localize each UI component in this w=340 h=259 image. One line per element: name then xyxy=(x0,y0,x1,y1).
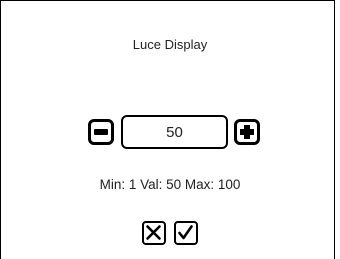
confirm-button[interactable] xyxy=(174,221,198,245)
check-icon xyxy=(178,225,193,240)
decrement-button[interactable] xyxy=(88,119,114,145)
cancel-button[interactable] xyxy=(142,221,166,245)
increment-button[interactable] xyxy=(234,119,260,145)
value-text: 50 xyxy=(166,123,183,141)
dialog-title: Luce Display xyxy=(132,37,208,52)
range-info: Min: 1 Val: 50 Max: 100 xyxy=(99,177,241,192)
close-icon xyxy=(146,225,161,240)
value-field[interactable]: 50 xyxy=(121,115,228,149)
minus-icon xyxy=(94,129,108,135)
